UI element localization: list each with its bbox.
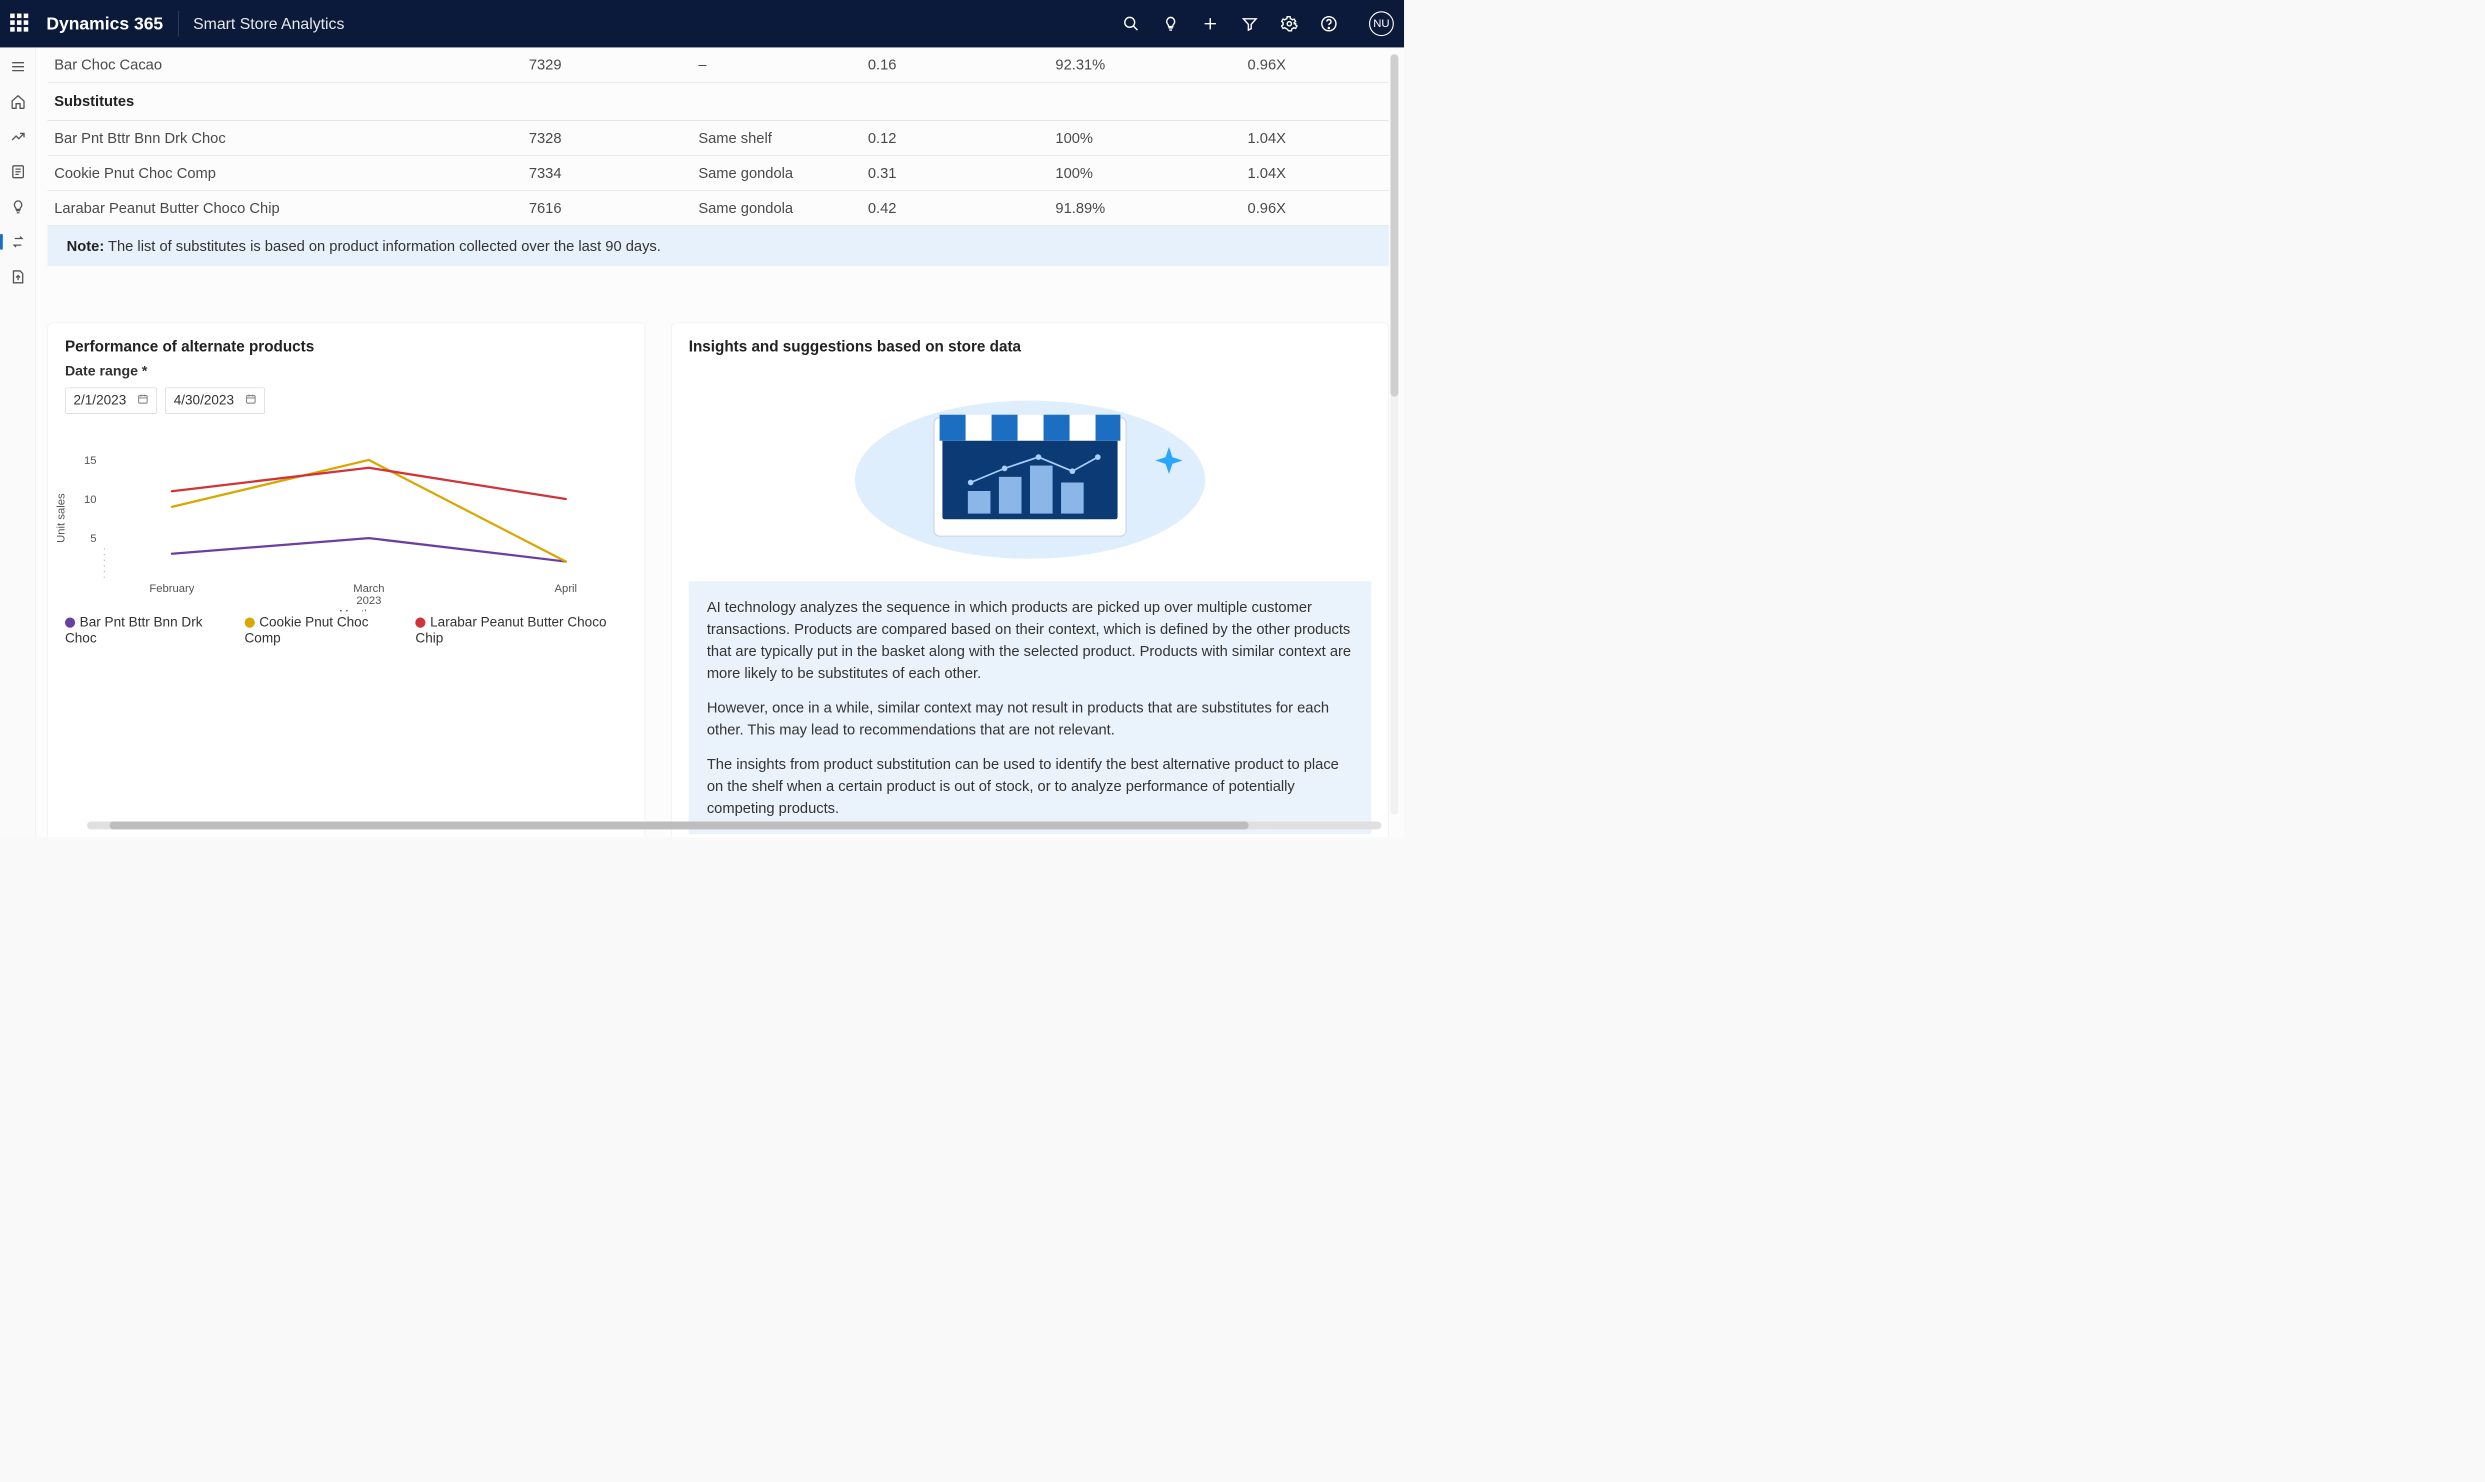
table-row[interactable]: Cookie Pnut Choc Comp 7334 Same gondola … [47, 156, 1388, 191]
insights-card: Insights and suggestions based on store … [671, 323, 1389, 838]
svg-text:Month: Month [339, 609, 370, 612]
cell-name: Bar Choc Cacao [54, 56, 529, 74]
app-launcher-icon[interactable] [10, 14, 30, 34]
cell-value: 100% [1055, 129, 1247, 147]
gear-icon[interactable] [1280, 14, 1299, 33]
date-from-field[interactable]: 2/1/2023 [65, 388, 157, 414]
date-from-value: 2/1/2023 [73, 393, 126, 409]
brand-title[interactable]: Dynamics 365 [46, 14, 163, 34]
vertical-scrollbar[interactable] [1390, 54, 1398, 814]
horizontal-scrollbar[interactable] [87, 822, 1381, 830]
cell-name: Larabar Peanut Butter Choco Chip [54, 199, 529, 217]
cell-value: Same shelf [698, 129, 867, 147]
svg-text:5: 5 [90, 533, 96, 545]
note-box: Note: The list of substitutes is based o… [47, 226, 1388, 266]
cell-name: Cookie Pnut Choc Comp [54, 164, 529, 182]
cell-value: 100% [1055, 164, 1247, 182]
cell-value: Same gondola [698, 199, 867, 217]
nav-ideas-icon[interactable] [8, 197, 28, 217]
svg-text:February: February [149, 583, 194, 595]
note-label: Note: [67, 237, 105, 254]
cell-value: 1.04X [1248, 129, 1372, 147]
nav-home-icon[interactable] [8, 92, 28, 112]
insights-title: Insights and suggestions based on store … [689, 338, 1372, 356]
cell-value: 0.31 [868, 164, 1056, 182]
lightbulb-icon[interactable] [1161, 14, 1180, 33]
line-chart: Unit sales 51015FebruaryMarchApril2023Mo… [65, 425, 628, 611]
search-icon[interactable] [1122, 14, 1141, 33]
legend-swatch [245, 618, 255, 628]
cell-value: 1.04X [1248, 164, 1372, 182]
insights-body: AI technology analyzes the sequence in w… [689, 581, 1372, 834]
legend-item[interactable]: Bar Pnt Bttr Bnn Drk Choc [65, 615, 230, 647]
cell-value: 0.16 [868, 56, 1056, 74]
svg-text:2023: 2023 [356, 595, 381, 607]
legend-item[interactable]: Cookie Pnut Choc Comp [245, 615, 401, 647]
cell-value: 7616 [529, 199, 699, 217]
add-icon[interactable] [1201, 14, 1220, 33]
nav-hamburger-icon[interactable] [8, 57, 28, 77]
table-row[interactable]: Bar Pnt Bttr Bnn Drk Choc 7328 Same shel… [47, 121, 1388, 156]
table-section-header: Substitutes [47, 82, 1388, 120]
table-row[interactable]: Larabar Peanut Butter Choco Chip 7616 Sa… [47, 191, 1388, 226]
side-nav [0, 47, 36, 837]
table-row[interactable]: Bar Choc Cacao 7329 – 0.16 92.31% 0.96X [47, 47, 1388, 82]
insights-paragraph: However, once in a while, similar contex… [707, 697, 1353, 741]
cell-value: 92.31% [1055, 56, 1247, 74]
cell-value: 0.96X [1248, 56, 1372, 74]
note-text: The list of substitutes is based on prod… [108, 237, 661, 254]
nav-analytics-icon[interactable] [8, 127, 28, 147]
nav-data-icon[interactable] [8, 162, 28, 182]
cell-value: 0.42 [868, 199, 1056, 217]
insights-paragraph: AI technology analyzes the sequence in w… [707, 596, 1353, 684]
legend-item[interactable]: Larabar Peanut Butter Choco Chip [415, 615, 627, 647]
filter-icon[interactable] [1240, 14, 1259, 33]
legend-swatch [65, 618, 75, 628]
cell-value: 0.12 [868, 129, 1056, 147]
products-table: Bar Choc Cacao 7329 – 0.16 92.31% 0.96X … [47, 47, 1388, 226]
cell-value: 91.89% [1055, 199, 1247, 217]
calendar-icon [245, 393, 256, 409]
help-icon[interactable] [1319, 14, 1338, 33]
calendar-icon [138, 393, 149, 409]
nav-substitution-icon[interactable] [8, 232, 28, 252]
insights-illustration [689, 355, 1372, 581]
cell-value: 0.96X [1248, 199, 1372, 217]
insights-paragraph: The insights from product substitution c… [707, 753, 1353, 819]
cell-name: Bar Pnt Bttr Bnn Drk Choc [54, 129, 529, 147]
date-to-value: 4/30/2023 [174, 393, 234, 409]
divider [178, 11, 179, 37]
cell-value: 7334 [529, 164, 699, 182]
main-content: Bar Choc Cacao 7329 – 0.16 92.31% 0.96X … [36, 47, 1404, 837]
cell-value: – [698, 56, 867, 74]
legend-swatch [415, 618, 425, 628]
app-name[interactable]: Smart Store Analytics [193, 15, 344, 33]
top-bar: Dynamics 365 Smart Store Analytics NU [0, 0, 1404, 47]
nav-export-icon[interactable] [8, 267, 28, 287]
avatar[interactable]: NU [1369, 11, 1394, 36]
legend: Bar Pnt Bttr Bnn Drk Choc Cookie Pnut Cho… [65, 615, 628, 647]
chart-card: Performance of alternate products Date r… [47, 323, 645, 838]
section-label: Substitutes [54, 93, 529, 111]
cell-value: Same gondola [698, 164, 867, 182]
svg-text:15: 15 [84, 455, 97, 467]
chart-svg: 5 10 15 February March April 2023 Month [65, 425, 628, 611]
chart-title: Performance of alternate products [65, 338, 628, 356]
date-range-label: Date range * [65, 363, 628, 379]
svg-text:10: 10 [84, 494, 97, 506]
date-to-field[interactable]: 4/30/2023 [165, 388, 265, 414]
header-icons: NU [1122, 11, 1394, 36]
y-axis-label: Unit sales [55, 493, 68, 543]
cell-value: 7329 [529, 56, 699, 74]
svg-text:April: April [555, 583, 578, 595]
cell-value: 7328 [529, 129, 699, 147]
svg-text:March: March [353, 583, 384, 595]
